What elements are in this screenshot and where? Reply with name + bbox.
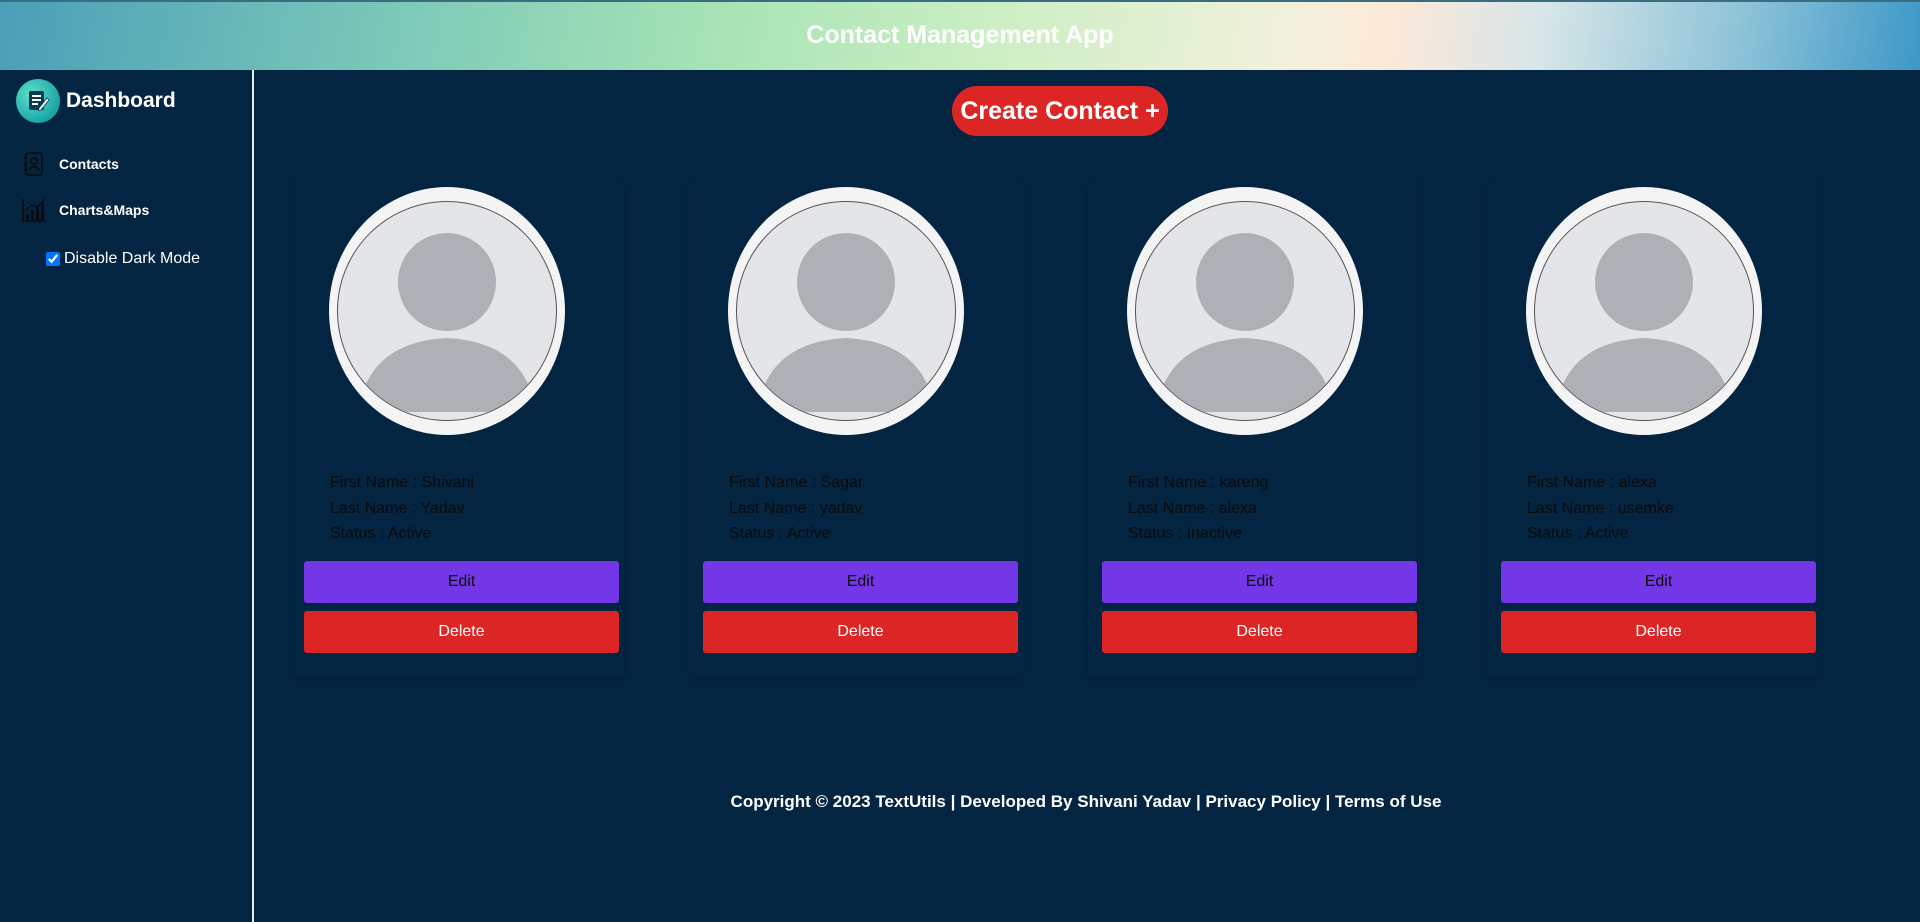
footer-separator: | bbox=[945, 792, 961, 811]
edit-button[interactable]: Edit bbox=[1102, 561, 1417, 603]
contact-info: First Name : Shivani Last Name : Yadav Sta… bbox=[330, 470, 474, 547]
sidebar: Dashboard Contacts Charts&Maps Disable D… bbox=[0, 70, 254, 922]
last-name-text: Last Name : usemke bbox=[1527, 499, 1674, 517]
delete-button[interactable]: Delete bbox=[304, 611, 619, 653]
first-name-text: First Name : Shivani bbox=[330, 474, 475, 491]
first-name-text: First Name : alexa bbox=[1527, 474, 1657, 491]
status-text: Status : Active bbox=[729, 525, 831, 542]
avatar bbox=[728, 187, 964, 435]
last-name-text: Last Name : Yadav bbox=[330, 499, 465, 517]
bar-chart-icon bbox=[20, 196, 48, 224]
edit-button[interactable]: Edit bbox=[304, 561, 619, 603]
contact-card: First Name : Sagar Last Name : yadav Statu… bbox=[689, 180, 1023, 678]
contact-card: First Name : Shivani Last Name : Yadav Sta… bbox=[290, 180, 624, 678]
first-name-text: First Name : Sagar bbox=[729, 474, 864, 491]
dark-mode-toggle: Disable Dark Mode bbox=[46, 250, 200, 268]
sidebar-item-charts-maps[interactable]: Charts&Maps bbox=[20, 196, 149, 224]
delete-button[interactable]: Delete bbox=[1501, 611, 1816, 653]
avatar bbox=[1526, 187, 1762, 435]
contact-info: First Name : alexa Last Name : usemke Stat… bbox=[1527, 470, 1674, 547]
contact-info: First Name : Sagar Last Name : yadav Statu… bbox=[729, 470, 863, 547]
sidebar-item-label: Charts&Maps bbox=[59, 202, 150, 218]
contact-book-icon bbox=[20, 150, 48, 178]
privacy-policy-link[interactable]: Privacy Policy bbox=[1205, 792, 1320, 811]
top-header-bar: Contact Management App bbox=[0, 0, 1920, 70]
footer-developer: Developed By Shivani Yadav bbox=[960, 792, 1192, 811]
footer-separator: | bbox=[1320, 792, 1335, 811]
last-name-text: Last Name : alexa bbox=[1128, 499, 1257, 517]
sidebar-item-contacts[interactable]: Contacts bbox=[20, 150, 119, 178]
default-user-avatar-icon bbox=[1135, 201, 1355, 421]
sidebar-brand[interactable]: Dashboard bbox=[16, 78, 176, 124]
default-user-avatar-icon bbox=[337, 201, 557, 421]
status-text: Status : Inactive bbox=[1128, 525, 1242, 542]
delete-button[interactable]: Delete bbox=[703, 611, 1018, 653]
edit-button[interactable]: Edit bbox=[1501, 561, 1816, 603]
footer-copyright: Copyright © 2023 TextUtils bbox=[730, 792, 946, 811]
contact-card: First Name : alexa Last Name : usemke Stat… bbox=[1487, 180, 1821, 678]
dark-mode-label[interactable]: Disable Dark Mode bbox=[64, 250, 200, 268]
first-name-text: First Name : kareng bbox=[1128, 474, 1269, 491]
contact-card: First Name : kareng Last Name : alexa Stat… bbox=[1088, 180, 1422, 678]
brand-title: Dashboard bbox=[66, 89, 176, 112]
footer-separator: | bbox=[1191, 792, 1206, 811]
delete-button[interactable]: Delete bbox=[1102, 611, 1417, 653]
status-text: Status : Active bbox=[330, 525, 432, 542]
footer: Copyright © 2023 TextUtils | Developed B… bbox=[252, 792, 1920, 812]
status-text: Status : Active bbox=[1527, 525, 1629, 542]
terms-of-use-link[interactable]: Terms of Use bbox=[1335, 792, 1441, 811]
default-user-avatar-icon bbox=[1534, 201, 1754, 421]
app-title: Contact Management App bbox=[806, 21, 1114, 49]
edit-button[interactable]: Edit bbox=[703, 561, 1018, 603]
contact-info: First Name : kareng Last Name : alexa Stat… bbox=[1128, 470, 1268, 547]
notepad-logo-icon bbox=[16, 79, 60, 123]
dark-mode-checkbox[interactable] bbox=[46, 252, 60, 266]
avatar bbox=[1127, 187, 1363, 435]
last-name-text: Last Name : yadav bbox=[729, 499, 863, 517]
avatar bbox=[329, 187, 565, 435]
default-user-avatar-icon bbox=[736, 201, 956, 421]
create-contact-button[interactable]: Create Contact + bbox=[952, 86, 1168, 136]
sidebar-item-label: Contacts bbox=[59, 156, 119, 172]
